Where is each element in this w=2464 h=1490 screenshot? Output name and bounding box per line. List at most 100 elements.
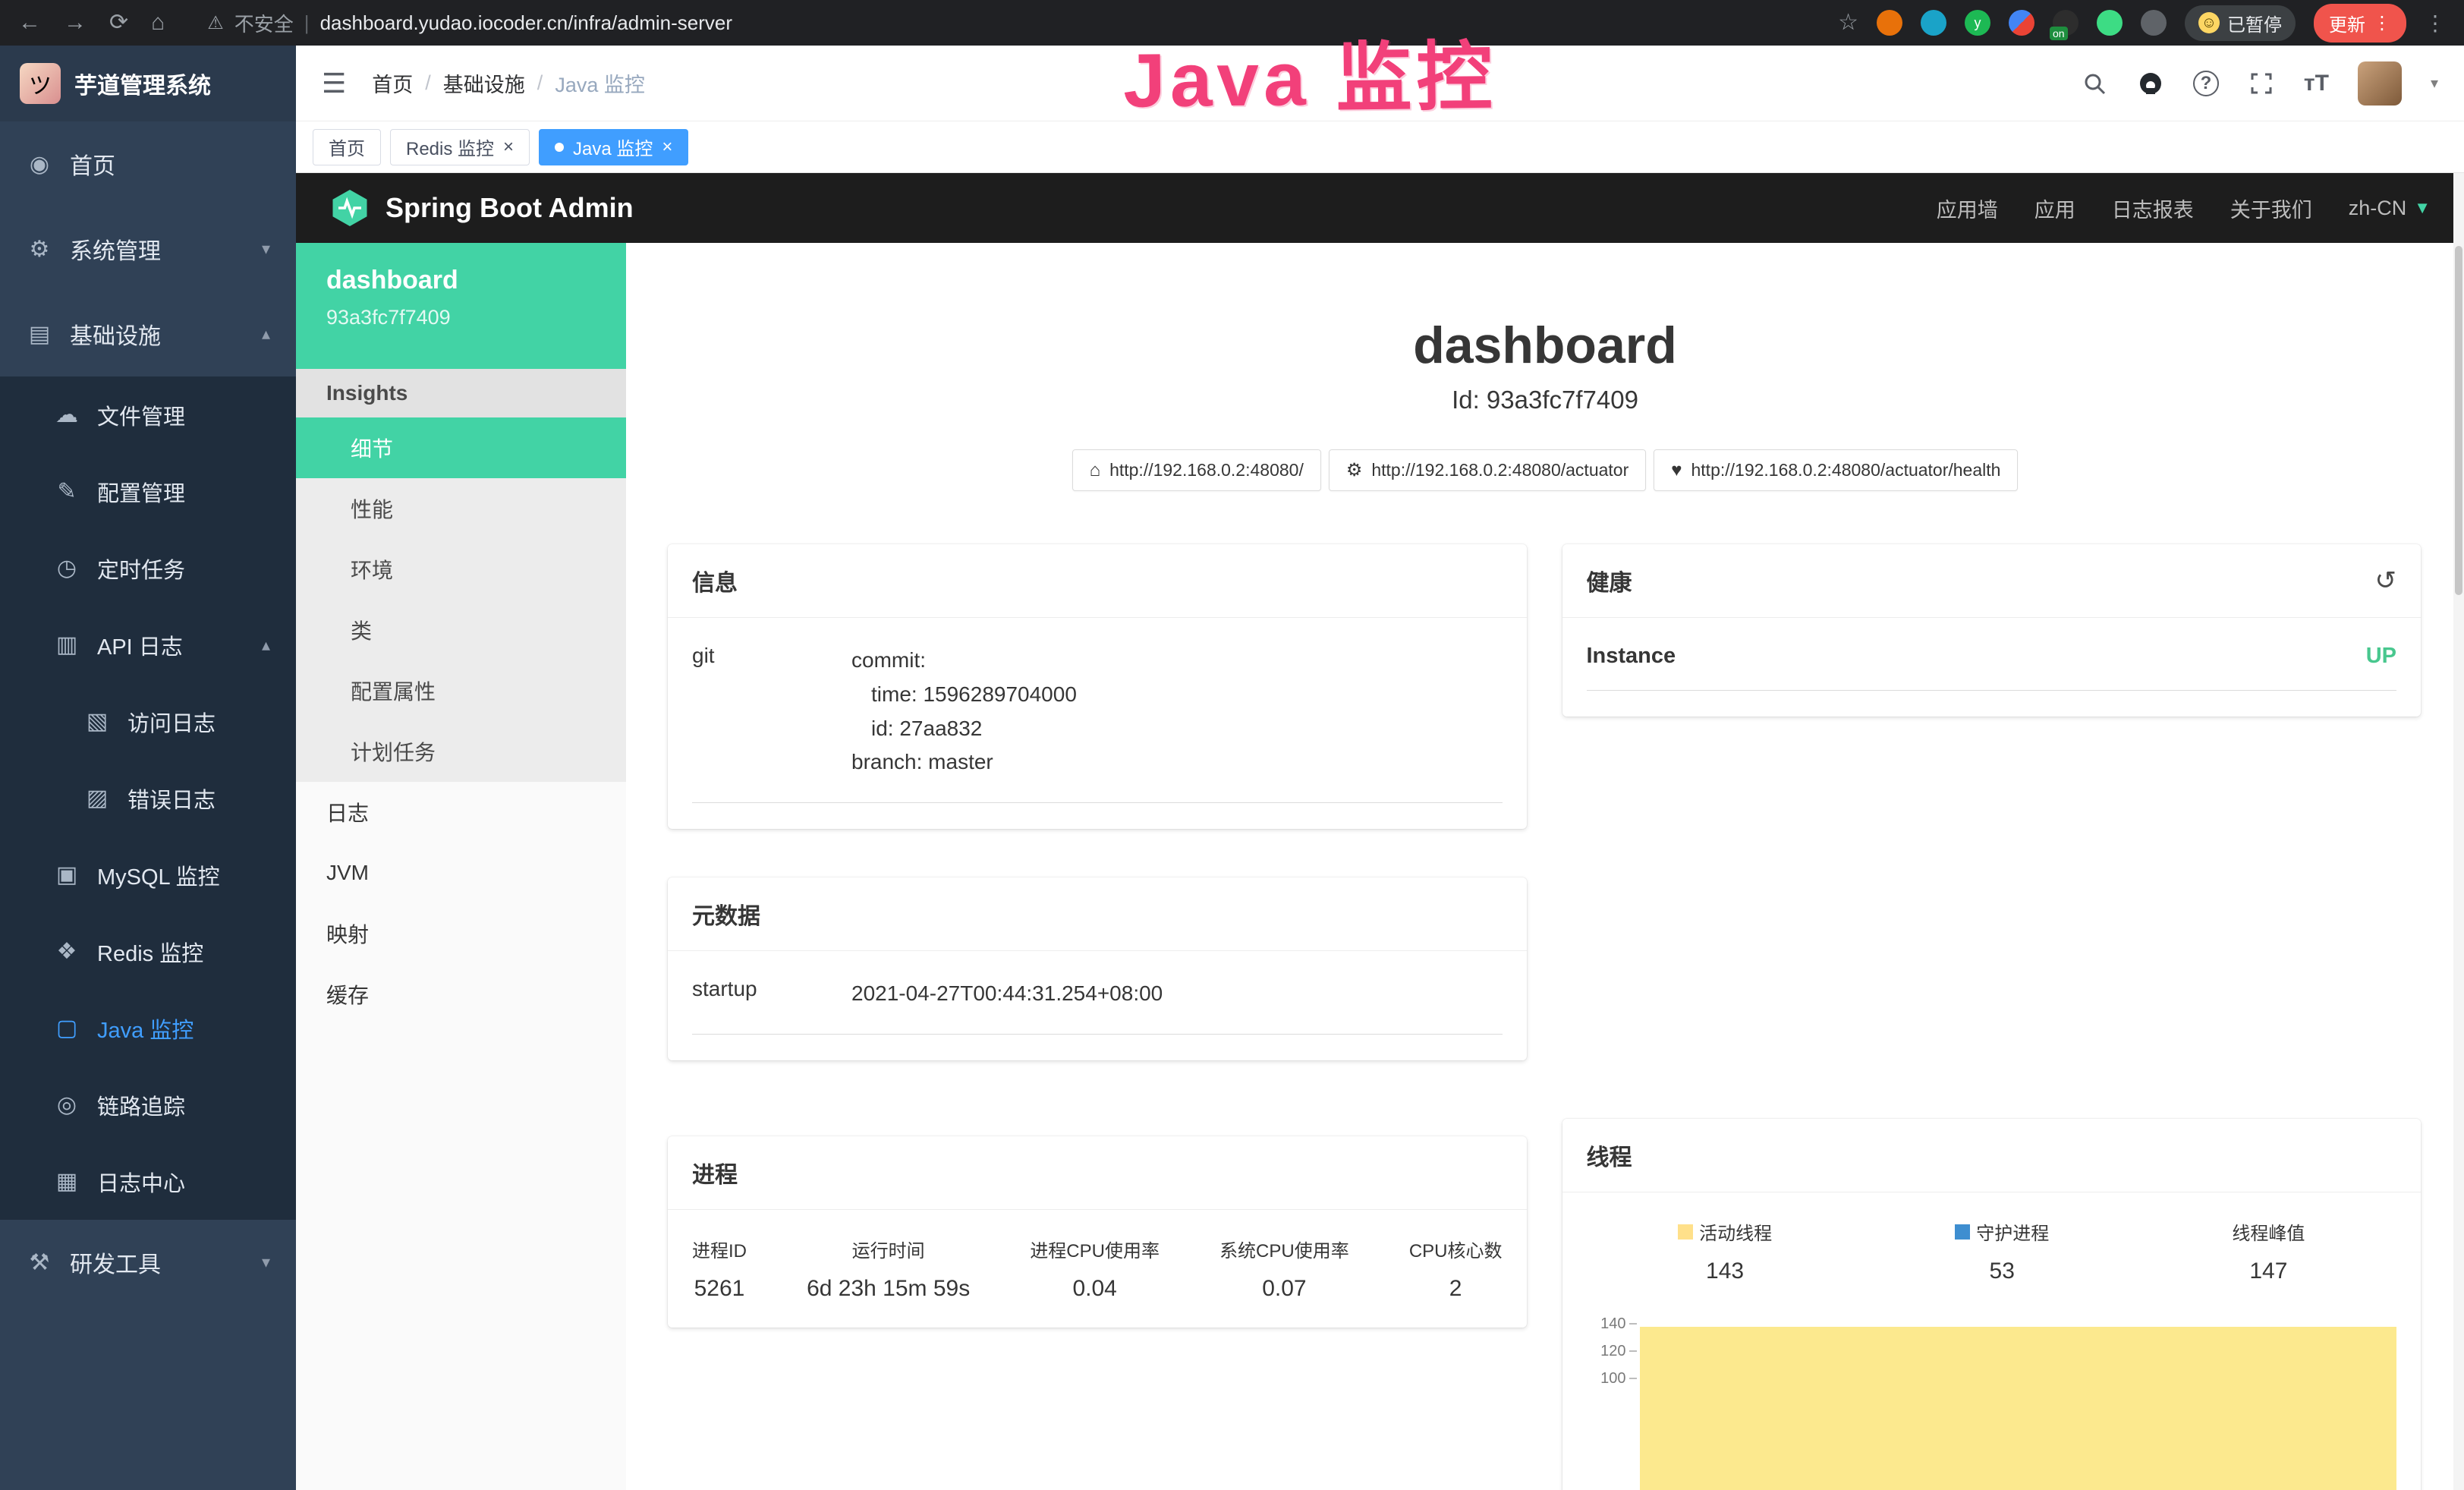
health-status-badge: UP [2366,644,2396,669]
browser-menu-icon[interactable]: ⋮ [2425,11,2446,36]
hamburger-icon[interactable]: ☰ [322,68,346,99]
sba-item-mappings[interactable]: 映射 [296,903,626,964]
tab-home[interactable]: 首页 [313,129,381,165]
sidebar-item-redis[interactable]: ❖ Redis 监控 [0,913,296,990]
active-dot-icon [555,143,564,152]
annotation-text: Java 监控 [1122,14,1497,128]
health-card-title: 健康 [1587,564,1632,597]
sba-item-caches[interactable]: 缓存 [296,964,626,1025]
sidebar-item-system[interactable]: ⚙ 系统管理 ▾ [0,206,296,291]
java-monitor-icon: ▢ [53,1015,80,1041]
url-text: dashboard.yudao.iocoder.cn/infra/admin-s… [320,11,732,35]
locale-selector[interactable]: zh-CN ▼ [2349,197,2431,220]
detail-title: dashboard [626,316,2464,375]
sidebar-item-log-center[interactable]: ▦ 日志中心 [0,1143,296,1220]
sidebar-item-api-log[interactable]: ▥ API 日志 ▴ [0,606,296,683]
extension-icon-6[interactable] [2097,10,2123,36]
health-url-button[interactable]: ♥ http://192.168.0.2:48080/actuator/heal… [1654,449,2018,491]
close-icon[interactable]: × [662,137,672,158]
infra-submenu: ☁ 文件管理 ✎ 配置管理 ◷ 定时任务 ▥ API 日志 ▴ ▧ [0,376,296,1220]
sba-item-scheduled[interactable]: 计划任务 [296,721,626,782]
menu-dots-icon: ⋮ [2373,12,2391,34]
address-bar[interactable]: ⚠ 不安全 | dashboard.yudao.iocoder.cn/infra… [207,9,732,37]
sba-item-metrics[interactable]: 性能 [296,478,626,539]
sidebar-item-mysql[interactable]: ▣ MySQL 监控 [0,836,296,913]
smiley-icon: ☺ [2198,12,2220,33]
extension-icon-4[interactable] [2009,10,2034,36]
process-metric: 进程ID 5261 [692,1236,747,1302]
app-logo[interactable]: ツ 芋道管理系统 [0,46,296,121]
access-log-icon: ▧ [83,708,111,735]
service-url-button[interactable]: ⌂ http://192.168.0.2:48080/ [1072,449,1321,491]
chevron-down-icon: ▼ [2414,198,2431,218]
sba-item-jvm[interactable]: JVM [296,843,626,903]
threads-chart: 140 120 100 [1587,1310,2397,1490]
sba-brand[interactable]: Spring Boot Admin [329,187,634,228]
github-icon[interactable] [2137,70,2164,97]
history-icon[interactable]: ↺ [2375,565,2397,596]
tab-java[interactable]: Java 监控 × [539,129,688,165]
sidebar-item-access-log[interactable]: ▧ 访问日志 [0,683,296,760]
sba-item-details[interactable]: 细节 [296,417,626,478]
sba-item-env[interactable]: 环境 [296,539,626,600]
help-icon[interactable]: ? [2193,71,2219,96]
refresh-icon[interactable]: ⟳ [109,11,128,34]
timer-icon: ◷ [53,555,80,581]
info-card-title: 信息 [668,544,1527,618]
fullscreen-icon[interactable] [2248,70,2275,97]
info-key: git [692,644,851,780]
paused-badge[interactable]: ☺ 已暂停 [2185,5,2296,41]
app-sidebar: ツ 芋道管理系统 ◉ 首页 ⚙ 系统管理 ▾ ▤ 基础设施 ▴ ☁ 文件管理 [0,46,296,1490]
metadata-key: startup [692,977,851,1011]
screen: ← → ⟳ ⌂ ⚠ 不安全 | dashboard.yudao.iocoder.… [0,0,2464,1490]
sidebar-item-jobs[interactable]: ◷ 定时任务 [0,530,296,606]
sidebar-item-files[interactable]: ☁ 文件管理 [0,376,296,453]
close-icon[interactable]: × [503,137,514,158]
search-icon[interactable] [2081,70,2108,97]
info-value: commit: time: 1596289704000 id: 27aa832 … [851,644,1077,780]
breadcrumb: 首页 / 基础设施 / Java 监控 [372,68,645,98]
detail-id: Id: 93a3fc7f7409 [626,386,2464,414]
tab-redis[interactable]: Redis 监控 × [390,129,530,165]
back-icon[interactable]: ← [18,11,41,34]
sba-item-logs[interactable]: 日志 [296,782,626,843]
page-scrollbar[interactable] [2453,173,2464,1490]
metadata-value: 2021-04-27T00:44:31.254+08:00 [851,977,1163,1011]
extension-icon-7[interactable] [2141,10,2167,36]
sidebar-item-error-log[interactable]: ▨ 错误日志 [0,760,296,836]
gear-icon: ⚙ [26,236,53,263]
avatar-caret-icon[interactable]: ▾ [2431,74,2438,93]
sba-nav-journal[interactable]: 日志报表 [2112,194,2194,223]
chevron-up-icon: ▴ [262,635,270,655]
forward-icon[interactable]: → [64,11,87,34]
sidebar-item-home[interactable]: ◉ 首页 [0,121,296,206]
bookmark-star-icon[interactable]: ☆ [1838,11,1858,34]
sidebar-item-infra[interactable]: ▤ 基础设施 ▴ [0,291,296,376]
extension-icon-1[interactable] [1877,10,1902,36]
breadcrumb-home[interactable]: 首页 [372,68,413,98]
home-icon[interactable]: ⌂ [151,11,165,34]
actuator-url-button[interactable]: ⚙ http://192.168.0.2:48080/actuator [1329,449,1646,491]
extension-icon-2[interactable] [1921,10,1946,36]
user-avatar[interactable] [2358,61,2402,106]
extension-on-badge: on [2050,27,2068,40]
sidebar-item-java[interactable]: ▢ Java 监控 [0,990,296,1066]
sidebar-item-trace[interactable]: ◎ 链路追踪 [0,1066,296,1143]
instance-links: ⌂ http://192.168.0.2:48080/ ⚙ http://192… [626,449,2464,491]
sidebar-item-config[interactable]: ✎ 配置管理 [0,453,296,530]
sba-nav-applications[interactable]: 应用 [2034,194,2075,223]
font-size-icon[interactable]: ᴛT [2304,71,2329,96]
sba-nav-wallboard[interactable]: 应用墙 [1937,194,1998,223]
sidebar-item-devtools[interactable]: ⚒ 研发工具 ▾ [0,1220,296,1305]
extension-icon-5[interactable]: on [2053,10,2079,36]
update-button[interactable]: 更新 ⋮ [2314,4,2406,43]
scrollbar-thumb[interactable] [2455,246,2462,595]
legend-live-threads: 活动线程 143 [1678,1218,1772,1284]
sba-item-configprops[interactable]: 配置属性 [296,660,626,721]
sba-nav-about[interactable]: 关于我们 [2230,194,2312,223]
extension-icon-3[interactable]: y [1965,10,1990,36]
metadata-card: 元数据 startup 2021-04-27T00:44:31.254+08:0… [668,877,1527,1060]
breadcrumb-infra[interactable]: 基础设施 [443,68,525,98]
yellow-swatch-icon [1678,1224,1693,1240]
sba-item-classes[interactable]: 类 [296,600,626,660]
